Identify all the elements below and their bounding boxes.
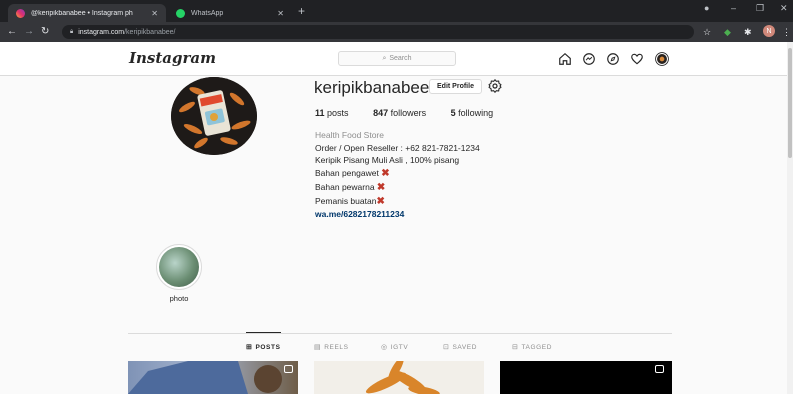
maximize-button[interactable]: ❐ xyxy=(756,3,764,14)
grid-icon: ⊞ xyxy=(246,344,253,351)
instagram-logo[interactable]: Instagram xyxy=(129,49,216,67)
bookmark-star-icon[interactable]: ☆ xyxy=(703,26,711,38)
browser-profile-icon[interactable]: ● xyxy=(704,3,709,13)
bio-line-text: Bahan pengawet xyxy=(315,168,379,179)
extensions-puzzle-icon[interactable]: ✱ xyxy=(744,26,752,38)
followers-count: 847 xyxy=(373,108,389,118)
bio-line-text: Bahan pewarna xyxy=(315,181,375,192)
close-tab-icon[interactable]: ✕ xyxy=(151,9,158,18)
tab-title: WhatsApp xyxy=(191,9,224,17)
bookmark-icon: ⊡ xyxy=(443,344,450,351)
edit-profile-button[interactable]: Edit Profile xyxy=(429,79,482,94)
browser-tab-bar: @keripikbanabee • Instagram ph ✕ WhatsAp… xyxy=(0,0,793,22)
browser-nav-bar: ← → ↻ 🔒︎ instagram.com/keripikbanabee/ ☆… xyxy=(0,22,793,42)
bio-line: Keripik Pisang Muli Asli , 100% pisang xyxy=(315,155,460,166)
tab-label: SAVED xyxy=(452,343,478,351)
scrollbar-thumb[interactable] xyxy=(788,48,792,158)
reel-post-icon xyxy=(284,365,293,373)
following-count: 5 xyxy=(450,108,456,118)
search-placeholder: Search xyxy=(389,55,412,62)
tag-icon: ⊟ xyxy=(512,344,519,351)
bio-line-text: Pemanis buatan xyxy=(315,195,377,206)
heart-icon[interactable] xyxy=(630,52,644,66)
bio-line-with-x: Bahan pengawet ✖ xyxy=(315,167,480,181)
close-window-button[interactable]: ✕ xyxy=(780,3,788,14)
tab-label: POSTS xyxy=(255,343,281,351)
tab-label: REELS xyxy=(324,343,349,351)
settings-gear-icon[interactable] xyxy=(487,78,503,94)
reload-icon[interactable]: ↻ xyxy=(41,25,49,39)
profile-bio: Health Food Store Order / Open Reseller … xyxy=(315,129,480,221)
post-image-person xyxy=(128,361,282,394)
close-tab-icon[interactable]: ✕ xyxy=(277,9,284,18)
tab-igtv[interactable]: ◎ IGTV xyxy=(381,343,409,352)
posts-count: 11 xyxy=(315,108,325,118)
messenger-icon[interactable] xyxy=(582,52,596,66)
posts-label: posts xyxy=(327,108,349,118)
followers-label: followers xyxy=(390,108,427,118)
cross-mark-icon: ✖ xyxy=(376,181,386,193)
story-highlight[interactable] xyxy=(156,244,202,290)
browser-tab-whatsapp[interactable]: WhatsApp ✕ xyxy=(168,4,292,22)
igtv-icon: ◎ xyxy=(381,344,388,351)
url-path: /keripikbanabee/ xyxy=(124,28,176,36)
profile-avatar-icon[interactable] xyxy=(655,52,669,66)
whatsapp-favicon-icon xyxy=(176,8,185,18)
tab-saved[interactable]: ⊡ SAVED xyxy=(443,343,478,352)
forward-arrow-icon[interactable]: → xyxy=(24,25,34,39)
bio-line-with-x: Bahan pewarna ✖ xyxy=(315,181,480,195)
post-thumbnail[interactable] xyxy=(314,361,484,394)
post-thumbnail[interactable] xyxy=(500,361,672,394)
address-bar[interactable]: 🔒︎ instagram.com/keripikbanabee/ xyxy=(62,25,694,39)
highlight-thumbnail xyxy=(159,247,199,287)
tab-posts[interactable]: ⊞ POSTS xyxy=(246,343,281,352)
active-tab-indicator xyxy=(246,332,281,333)
reel-post-icon xyxy=(655,365,664,373)
search-input[interactable]: ⌕ Search xyxy=(338,51,456,66)
cross-mark-icon: ✖ xyxy=(381,168,390,180)
profile-stats: 11 posts 847 followers 5 following xyxy=(315,108,515,118)
post-image-chips xyxy=(365,361,440,394)
following-stat[interactable]: 5 following xyxy=(451,108,494,118)
url-host: instagram.com xyxy=(78,28,125,36)
product-photo-icon xyxy=(171,77,257,155)
tabs-divider xyxy=(128,333,672,334)
post-thumbnail[interactable] xyxy=(128,361,298,394)
new-tab-button[interactable]: + xyxy=(298,4,305,18)
bio-line: Order / Open Reseller : +62 821-7821-123… xyxy=(315,142,480,153)
tab-label: TAGGED xyxy=(521,343,553,351)
explore-compass-icon[interactable] xyxy=(606,52,620,66)
lock-icon: 🔒︎ xyxy=(70,28,74,35)
followers-stat[interactable]: 847 followers xyxy=(373,108,426,118)
extension-icon[interactable]: ◆ xyxy=(724,26,731,38)
highlight-label: photo xyxy=(169,294,189,303)
search-icon: ⌕ xyxy=(382,54,387,62)
following-label: following xyxy=(458,108,494,118)
bio-link[interactable]: wa.me/6282178211234 xyxy=(315,208,480,221)
profile-avatar[interactable] xyxy=(171,77,257,155)
reels-icon: ▤ xyxy=(314,344,322,351)
instagram-favicon-icon xyxy=(16,8,25,18)
browser-avatar[interactable]: N xyxy=(763,25,775,37)
cross-mark-icon: ✖ xyxy=(376,195,385,207)
tab-tagged[interactable]: ⊟ TAGGED xyxy=(512,343,553,352)
back-arrow-icon[interactable]: ← xyxy=(7,25,17,39)
browser-menu-icon[interactable]: ⋮ xyxy=(782,26,791,38)
profile-category: Health Food Store xyxy=(315,130,384,140)
bio-line-with-x: Pemanis buatan✖ xyxy=(315,195,480,209)
posts-stat: 11 posts xyxy=(315,108,349,118)
tab-reels[interactable]: ▤ REELS xyxy=(314,343,349,352)
tab-label: IGTV xyxy=(390,343,409,351)
home-icon[interactable] xyxy=(558,52,572,66)
browser-tab-instagram[interactable]: @keripikbanabee • Instagram ph ✕ xyxy=(8,4,166,22)
minimize-button[interactable]: – xyxy=(731,3,736,13)
instagram-header: Instagram ⌕ Search xyxy=(0,42,793,76)
tab-title: @keripikbanabee • Instagram ph xyxy=(31,9,133,17)
profile-username: keripikbanabee xyxy=(314,78,430,97)
